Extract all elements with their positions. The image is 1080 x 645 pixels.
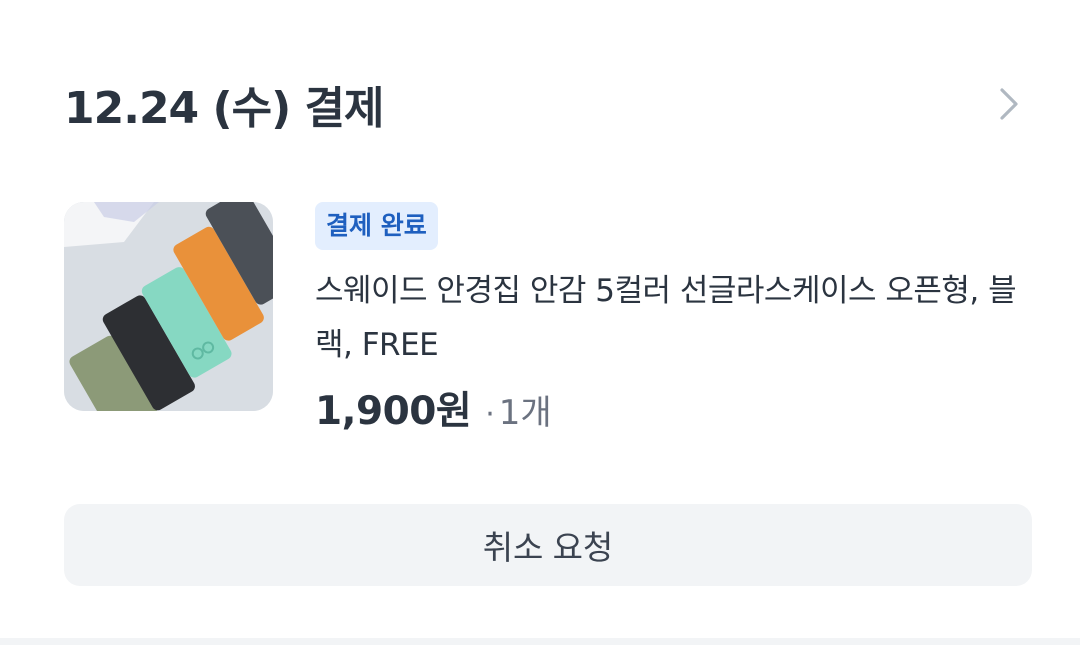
order-item: 결제 완료 스웨이드 안경집 안감 5컬러 선글라스케이스 오픈형, 블랙, F… [64,202,1017,452]
product-image[interactable] [64,202,273,411]
chevron-right-icon[interactable] [996,86,1022,122]
order-date-title: 12.24 (수) 결제 [64,83,384,134]
price-row: 1,900원 · 1개 [315,380,1016,436]
order-info: 결제 완료 스웨이드 안경집 안감 5컬러 선글라스케이스 오픈형, 블랙, F… [315,202,1017,436]
section-divider [0,638,1080,645]
status-badge: 결제 완료 [315,202,438,250]
product-name[interactable]: 스웨이드 안경집 안감 5컬러 선글라스케이스 오픈형, 블랙, FREE [315,264,1025,372]
order-date-header[interactable]: 12.24 (수) 결제 [64,72,1018,136]
order-card: 12.24 (수) 결제 결제 완료 스웨이드 안경집 안감 5컬러 선글라스케… [0,0,1080,645]
cancel-request-button[interactable]: 취소 요청 [64,504,1032,586]
separator-dot: · [485,397,495,432]
price: 1,900원 [315,389,472,434]
quantity: 1개 [498,393,552,433]
